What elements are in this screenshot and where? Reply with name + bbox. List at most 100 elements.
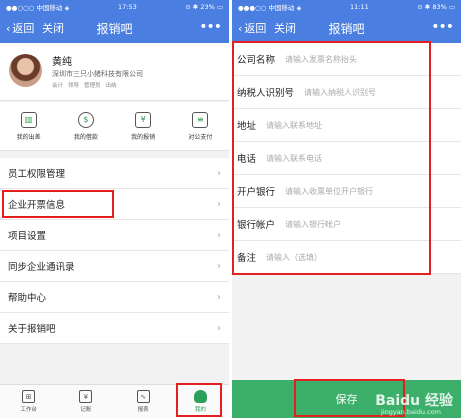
profile-name: 黄纯 (52, 57, 72, 68)
right-screen: ●●●○○ 中国移动 ◈ 11:11 ⊙ ✱ 83% ▭ ‹ 返回 关闭 报销吧… (232, 0, 461, 418)
role-badge: 领导 (68, 83, 80, 89)
quick-item-label: 我的出差 (16, 133, 41, 141)
quick-item-trip[interactable]: ▥ 我的出差 (0, 102, 57, 150)
profile-card[interactable]: 黄纯 深圳市三只小猪科技有限公司 会计 领导 管理员 出纳 (0, 43, 229, 101)
tax-id-input[interactable] (302, 86, 456, 98)
quick-actions: ▥ 我的出差 $ 我的借款 ¥ 我的报销 ≡ 对公支付 (0, 102, 229, 151)
tab-label: 我的 (194, 407, 206, 413)
battery-text: ⊙ ✱ 23% ▭ (185, 2, 223, 11)
menu-item-projects[interactable]: 项目设置 › (0, 220, 229, 251)
quick-item-label: 对公支付 (188, 133, 213, 141)
bank-input[interactable] (283, 185, 456, 197)
form-row-address: 地址 (232, 109, 461, 142)
chevron-left-icon: ‹ (238, 21, 243, 35)
field-label: 开户银行 (237, 187, 276, 198)
reimburse-icon: ¥ (135, 111, 152, 128)
menu-item-label: 帮助中心 (8, 293, 47, 304)
chevron-right-icon: › (217, 229, 221, 241)
menu-item-label: 关于报销吧 (8, 324, 56, 335)
tab-bar: ⊞ 工作台 ¥ 记账 ∿ 报表 我的 (0, 383, 229, 418)
more-icon[interactable]: ••• (431, 19, 454, 35)
more-icon[interactable]: ••• (199, 19, 222, 35)
form-row-bank: 开户银行 (232, 175, 461, 208)
luggage-icon: ▥ (20, 111, 37, 128)
form-row-company: 公司名称 (232, 43, 461, 76)
menu-item-invoice-info[interactable]: 企业开票信息 › (0, 189, 229, 220)
profile-roles: 会计 领导 管理员 出纳 (52, 81, 117, 89)
profile-icon (193, 390, 207, 403)
menu-item-label: 员工权限管理 (8, 169, 66, 180)
time-text: 11:11 (350, 2, 369, 11)
chevron-left-icon: ‹ (6, 21, 11, 35)
tab-reports[interactable]: ∿ 报表 (115, 385, 172, 418)
form-row-remark: 备注 (232, 241, 461, 274)
status-bar: ●●●○○ 中国移动 ◈ 11:11 ⊙ ✱ 83% ▭ (232, 0, 461, 13)
field-label: 银行帐户 (237, 220, 276, 231)
chevron-right-icon: › (217, 291, 221, 303)
tab-label: 报表 (137, 407, 149, 413)
back-button[interactable]: ‹ 返回 (6, 20, 34, 36)
avatar (9, 54, 42, 87)
profile-company: 深圳市三只小猪科技有限公司 (52, 70, 143, 78)
time-text: 17:53 (118, 2, 137, 11)
menu-item-label: 企业开票信息 (8, 200, 66, 211)
menu-item-about[interactable]: 关于报销吧 › (0, 313, 229, 344)
quick-item-label: 我的报销 (131, 133, 156, 141)
ledger-icon: ¥ (79, 390, 93, 403)
close-button[interactable]: 关闭 (42, 20, 64, 36)
menu-item-sync-contacts[interactable]: 同步企业通讯录 › (0, 251, 229, 282)
field-label: 地址 (237, 121, 257, 132)
chart-icon: ∿ (136, 390, 150, 403)
address-input[interactable] (264, 119, 456, 131)
save-label: 保存 (335, 393, 358, 406)
save-button[interactable]: 保存 Baidu 经验 jingyan.baidu.com (232, 379, 461, 418)
chevron-right-icon: › (217, 167, 221, 179)
back-button[interactable]: ‹ 返回 (238, 20, 266, 36)
tab-ledger[interactable]: ¥ 记账 (57, 385, 114, 418)
company-name-input[interactable] (283, 53, 456, 65)
quick-item-reimburse[interactable]: ¥ 我的报销 (115, 102, 172, 150)
menu-item-help[interactable]: 帮助中心 › (0, 282, 229, 313)
back-label: 返回 (12, 22, 35, 35)
carrier-text: ●●○○○ 中国移动 ◈ (6, 3, 70, 12)
remark-input[interactable] (264, 251, 456, 263)
field-label: 电话 (237, 154, 257, 165)
role-badge: 出纳 (105, 83, 117, 89)
chevron-right-icon: › (217, 322, 221, 334)
account-input[interactable] (283, 218, 456, 230)
field-label: 纳税人识别号 (237, 88, 295, 99)
grid-icon: ⊞ (22, 390, 36, 403)
menu-item-permissions[interactable]: 员工权限管理 › (0, 158, 229, 189)
form-row-tax-id: 纳税人识别号 (232, 76, 461, 109)
settings-menu: 员工权限管理 › 企业开票信息 › 项目设置 › 同步企业通讯录 › 帮助中心 … (0, 158, 229, 344)
carrier-text: ●●●○○ 中国移动 ◈ (238, 3, 302, 12)
field-label: 公司名称 (237, 55, 276, 66)
payment-icon: ≡ (192, 111, 209, 128)
quick-item-loan[interactable]: $ 我的借款 (57, 102, 114, 150)
chevron-right-icon: › (217, 260, 221, 272)
close-button[interactable]: 关闭 (274, 20, 296, 36)
tab-workbench[interactable]: ⊞ 工作台 (0, 385, 57, 418)
back-label: 返回 (244, 22, 267, 35)
form-row-account: 银行帐户 (232, 208, 461, 241)
role-badge: 管理员 (84, 83, 101, 89)
watermark-logo: Baidu 经验 (375, 393, 453, 409)
battery-text: ⊙ ✱ 83% ▭ (417, 2, 455, 11)
tab-label: 工作台 (20, 407, 37, 413)
phone-input[interactable] (264, 152, 456, 164)
tab-label: 记账 (80, 407, 92, 413)
quick-item-payment[interactable]: ≡ 对公支付 (172, 102, 229, 150)
left-screen: ●●○○○ 中国移动 ◈ 17:53 ⊙ ✱ 23% ▭ ‹ 返回 关闭 报销吧… (0, 0, 229, 418)
invoice-form: 公司名称 纳税人识别号 地址 电话 开户银行 银行帐户 备注 (232, 43, 461, 274)
role-badge: 会计 (52, 83, 64, 89)
nav-bar: ‹ 返回 关闭 报销吧 ••• (0, 13, 229, 43)
status-bar: ●●○○○ 中国移动 ◈ 17:53 ⊙ ✱ 23% ▭ (0, 0, 229, 13)
quick-item-label: 我的借款 (73, 133, 98, 141)
loan-icon: $ (77, 111, 94, 128)
field-label: 备注 (237, 253, 257, 264)
menu-item-label: 同步企业通讯录 (8, 262, 75, 273)
tab-profile[interactable]: 我的 (172, 383, 229, 418)
form-row-phone: 电话 (232, 142, 461, 175)
nav-bar: ‹ 返回 关闭 报销吧 ••• (232, 13, 461, 43)
chevron-right-icon: › (217, 198, 221, 210)
